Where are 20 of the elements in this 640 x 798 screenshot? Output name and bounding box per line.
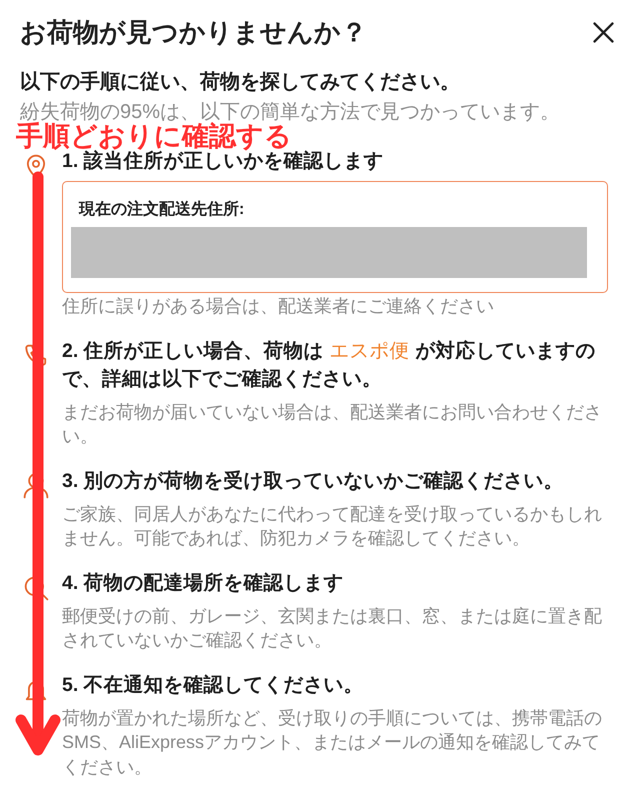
- address-label: 現在の注文配送先住所:: [78, 199, 246, 220]
- step-hint: 住所に誤りがある場合は、配送業者にご連絡ください: [62, 295, 495, 318]
- phone-icon: [23, 342, 49, 368]
- magnifier-icon: [23, 574, 49, 600]
- step-hint: まだお荷物が届いていない場合は、配送業者にお問い合わせください。: [62, 400, 603, 448]
- subtitle-text: 紛失荷物の95%は、以下の簡単な方法で見つかっています。: [20, 100, 562, 123]
- step-hint: ご家族、同居人があなたに代わって配達を受け取っているかもしれません。可能であれば、防犯カメラを確認してください。: [62, 502, 603, 550]
- step-title: 1. 該当住所が正しいかを確認します: [62, 150, 385, 174]
- step-hint: 郵便受けの前、ガレージ、玄関または裏口、窓、または庭に置き配されていないかご確認ください。: [62, 604, 603, 652]
- carrier-link[interactable]: エスポ便: [330, 340, 410, 362]
- instruction-text: 以下の手順に従い、荷物を探してみてください。: [20, 70, 461, 95]
- close-button[interactable]: [593, 22, 614, 42]
- step-hint: 荷物が置かれた場所など、受け取りの手順については、携帯電話のSMS、AliExpressアカウント、またはメールの通知を確認してみてください。: [62, 706, 603, 778]
- step-title: 2. 住所が正しい場合、荷物は エスポ便 が対応していますので、詳細は以下でご確認ください。: [62, 338, 596, 392]
- dialog-title: お荷物が見つかりませんか？: [20, 16, 367, 49]
- step-title: 5. 不在通知を確認してください。: [62, 672, 365, 698]
- step-title: 4. 荷物の配達場所を確認します: [62, 570, 345, 596]
- step-title: 3. 別の方が荷物を受け取っていないかご確認ください。: [62, 468, 565, 494]
- person-icon: [23, 472, 49, 498]
- close-icon: [593, 22, 614, 42]
